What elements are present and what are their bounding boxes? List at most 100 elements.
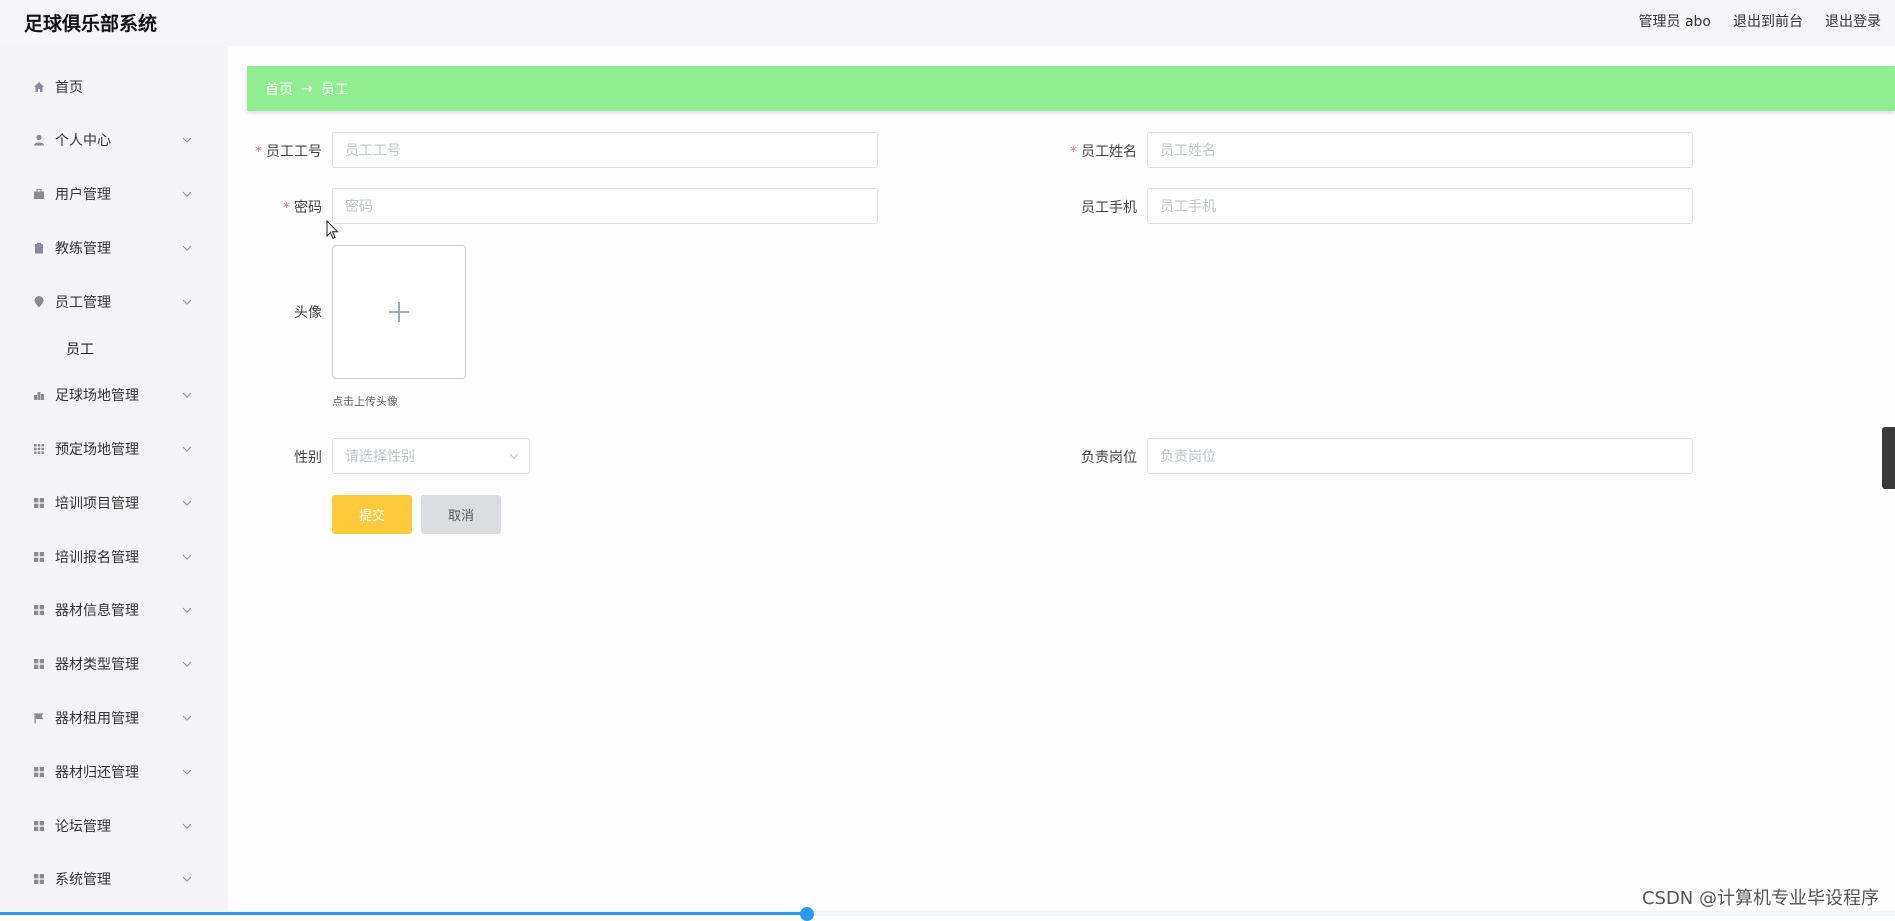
employee-no-input[interactable]: 员工工号	[332, 132, 878, 168]
chevron-down-icon	[182, 299, 192, 305]
sidebar-item-coaches[interactable]: 教练管理	[0, 228, 228, 268]
phone-label: 员工手机	[1081, 200, 1137, 216]
sidebar-item-label: 教练管理	[55, 241, 111, 257]
top-bar: 足球俱乐部系统 管理员 abo 退出到前台 退出登录	[0, 0, 1895, 46]
required-mark: *	[283, 200, 290, 216]
avatar-label: 头像	[294, 305, 322, 321]
submit-button[interactable]: 提交	[332, 495, 412, 534]
mouse-cursor-icon	[326, 220, 339, 240]
position-input[interactable]: 负责岗位	[1147, 438, 1693, 474]
sidebar-item-training-signup[interactable]: 培训报名管理	[0, 537, 228, 577]
chevron-down-icon	[182, 607, 192, 613]
apps-icon	[33, 497, 45, 509]
chevron-down-icon	[182, 137, 192, 143]
sidebar-item-equipment-info[interactable]: 器材信息管理	[0, 590, 228, 630]
chevron-down-icon	[182, 715, 192, 721]
apps-icon	[33, 658, 45, 670]
required-mark: *	[1070, 144, 1077, 160]
phone-input[interactable]: 员工手机	[1147, 188, 1693, 224]
breadcrumb-home-link[interactable]: 首页	[265, 79, 293, 99]
chart-icon	[33, 389, 45, 401]
apps-icon	[33, 766, 45, 778]
watermark: CSDN @计算机专业毕设程序	[1641, 888, 1879, 909]
gender-select-placeholder: 请选择性别	[345, 449, 415, 465]
sidebar-item-label: 首页	[55, 80, 83, 96]
apps-icon	[33, 551, 45, 563]
avatar-upload-hint: 点击上传头像	[332, 395, 398, 408]
flag-icon	[33, 712, 45, 724]
app-title: 足球俱乐部系统	[24, 13, 158, 35]
progress-bar	[0, 907, 1895, 921]
position-label: 负责岗位	[1081, 450, 1137, 466]
sidebar-item-label: 足球场地管理	[55, 388, 139, 404]
avatar-uploader[interactable]	[332, 245, 466, 379]
sidebar: 首页 个人中心 用户管理 教练管理 员工管理 员工 足球场地管理 预定场地管理 …	[0, 46, 228, 916]
sidebar-item-label: 培训项目管理	[55, 496, 139, 512]
briefcase-icon	[33, 188, 45, 200]
sidebar-item-label: 系统管理	[55, 872, 111, 888]
sidebar-item-label: 器材信息管理	[55, 603, 139, 619]
breadcrumb-separator: →	[301, 80, 313, 97]
chevron-down-icon	[182, 191, 192, 197]
sidebar-item-training-projects[interactable]: 培训项目管理	[0, 483, 228, 523]
cancel-button[interactable]: 取消	[421, 495, 501, 534]
sidebar-item-equipment-rental[interactable]: 器材租用管理	[0, 698, 228, 738]
sidebar-item-label: 员工管理	[55, 295, 111, 311]
password-label: * 密码	[232, 197, 322, 217]
employee-name-label-text: 员工姓名	[1081, 144, 1137, 160]
sidebar-item-label: 器材租用管理	[55, 711, 139, 727]
employee-name-label: * 员工姓名	[1047, 141, 1137, 161]
chevron-down-icon	[182, 554, 192, 560]
location-pin-icon	[33, 296, 45, 308]
user-icon	[33, 134, 45, 146]
sidebar-item-home[interactable]: 首页	[0, 67, 228, 107]
apps-icon	[33, 873, 45, 885]
sidebar-item-label: 器材归还管理	[55, 765, 139, 781]
sidebar-item-football-fields[interactable]: 足球场地管理	[0, 375, 228, 415]
home-icon	[33, 81, 45, 93]
apps-icon	[33, 604, 45, 616]
logout-link[interactable]: 退出登录	[1825, 11, 1881, 31]
exit-to-front-link[interactable]: 退出到前台	[1733, 11, 1803, 31]
chevron-down-icon	[182, 823, 192, 829]
submenu-item-employee[interactable]: 员工	[66, 339, 94, 359]
chevron-down-icon	[182, 500, 192, 506]
chevron-down-icon	[182, 769, 192, 775]
breadcrumb: 首页 → 员工	[247, 66, 1895, 111]
progress-fill	[0, 912, 808, 915]
required-mark: *	[255, 144, 262, 160]
employee-no-label: * 员工工号	[232, 141, 322, 161]
current-user-label: 管理员 abo	[1638, 14, 1711, 30]
side-panel-toggle[interactable]	[1882, 427, 1895, 489]
progress-knob[interactable]	[800, 907, 815, 921]
sidebar-item-label: 器材类型管理	[55, 657, 139, 673]
password-label-text: 密码	[294, 200, 322, 216]
employee-name-input[interactable]: 员工姓名	[1147, 132, 1693, 168]
grid-icon	[33, 443, 45, 455]
gender-label: 性别	[294, 450, 322, 466]
sidebar-item-employees[interactable]: 员工管理	[0, 282, 228, 322]
password-input[interactable]: 密码	[332, 188, 878, 224]
sidebar-item-label: 用户管理	[55, 187, 111, 203]
sidebar-item-forum[interactable]: 论坛管理	[0, 806, 228, 846]
sidebar-item-field-booking[interactable]: 预定场地管理	[0, 429, 228, 469]
employee-no-label-text: 员工工号	[266, 144, 322, 160]
sidebar-item-label: 个人中心	[55, 133, 111, 149]
apps-icon	[33, 820, 45, 832]
clipboard-icon	[33, 242, 45, 254]
sidebar-item-equipment-types[interactable]: 器材类型管理	[0, 644, 228, 684]
sidebar-item-equipment-return[interactable]: 器材归还管理	[0, 752, 228, 792]
chevron-down-icon	[182, 661, 192, 667]
header-links: 管理员 abo 退出到前台 退出登录	[1639, 11, 1881, 31]
chevron-down-icon	[182, 446, 192, 452]
chevron-down-icon	[509, 453, 519, 459]
sidebar-item-label: 预定场地管理	[55, 442, 139, 458]
sidebar-item-users[interactable]: 用户管理	[0, 174, 228, 214]
sidebar-item-personal-center[interactable]: 个人中心	[0, 120, 228, 160]
gender-select[interactable]: 请选择性别	[332, 438, 530, 474]
sidebar-item-system[interactable]: 系统管理	[0, 859, 228, 899]
plus-icon	[389, 302, 409, 322]
chevron-down-icon	[182, 876, 192, 882]
chevron-down-icon	[182, 392, 192, 398]
breadcrumb-current: 员工	[320, 81, 349, 98]
